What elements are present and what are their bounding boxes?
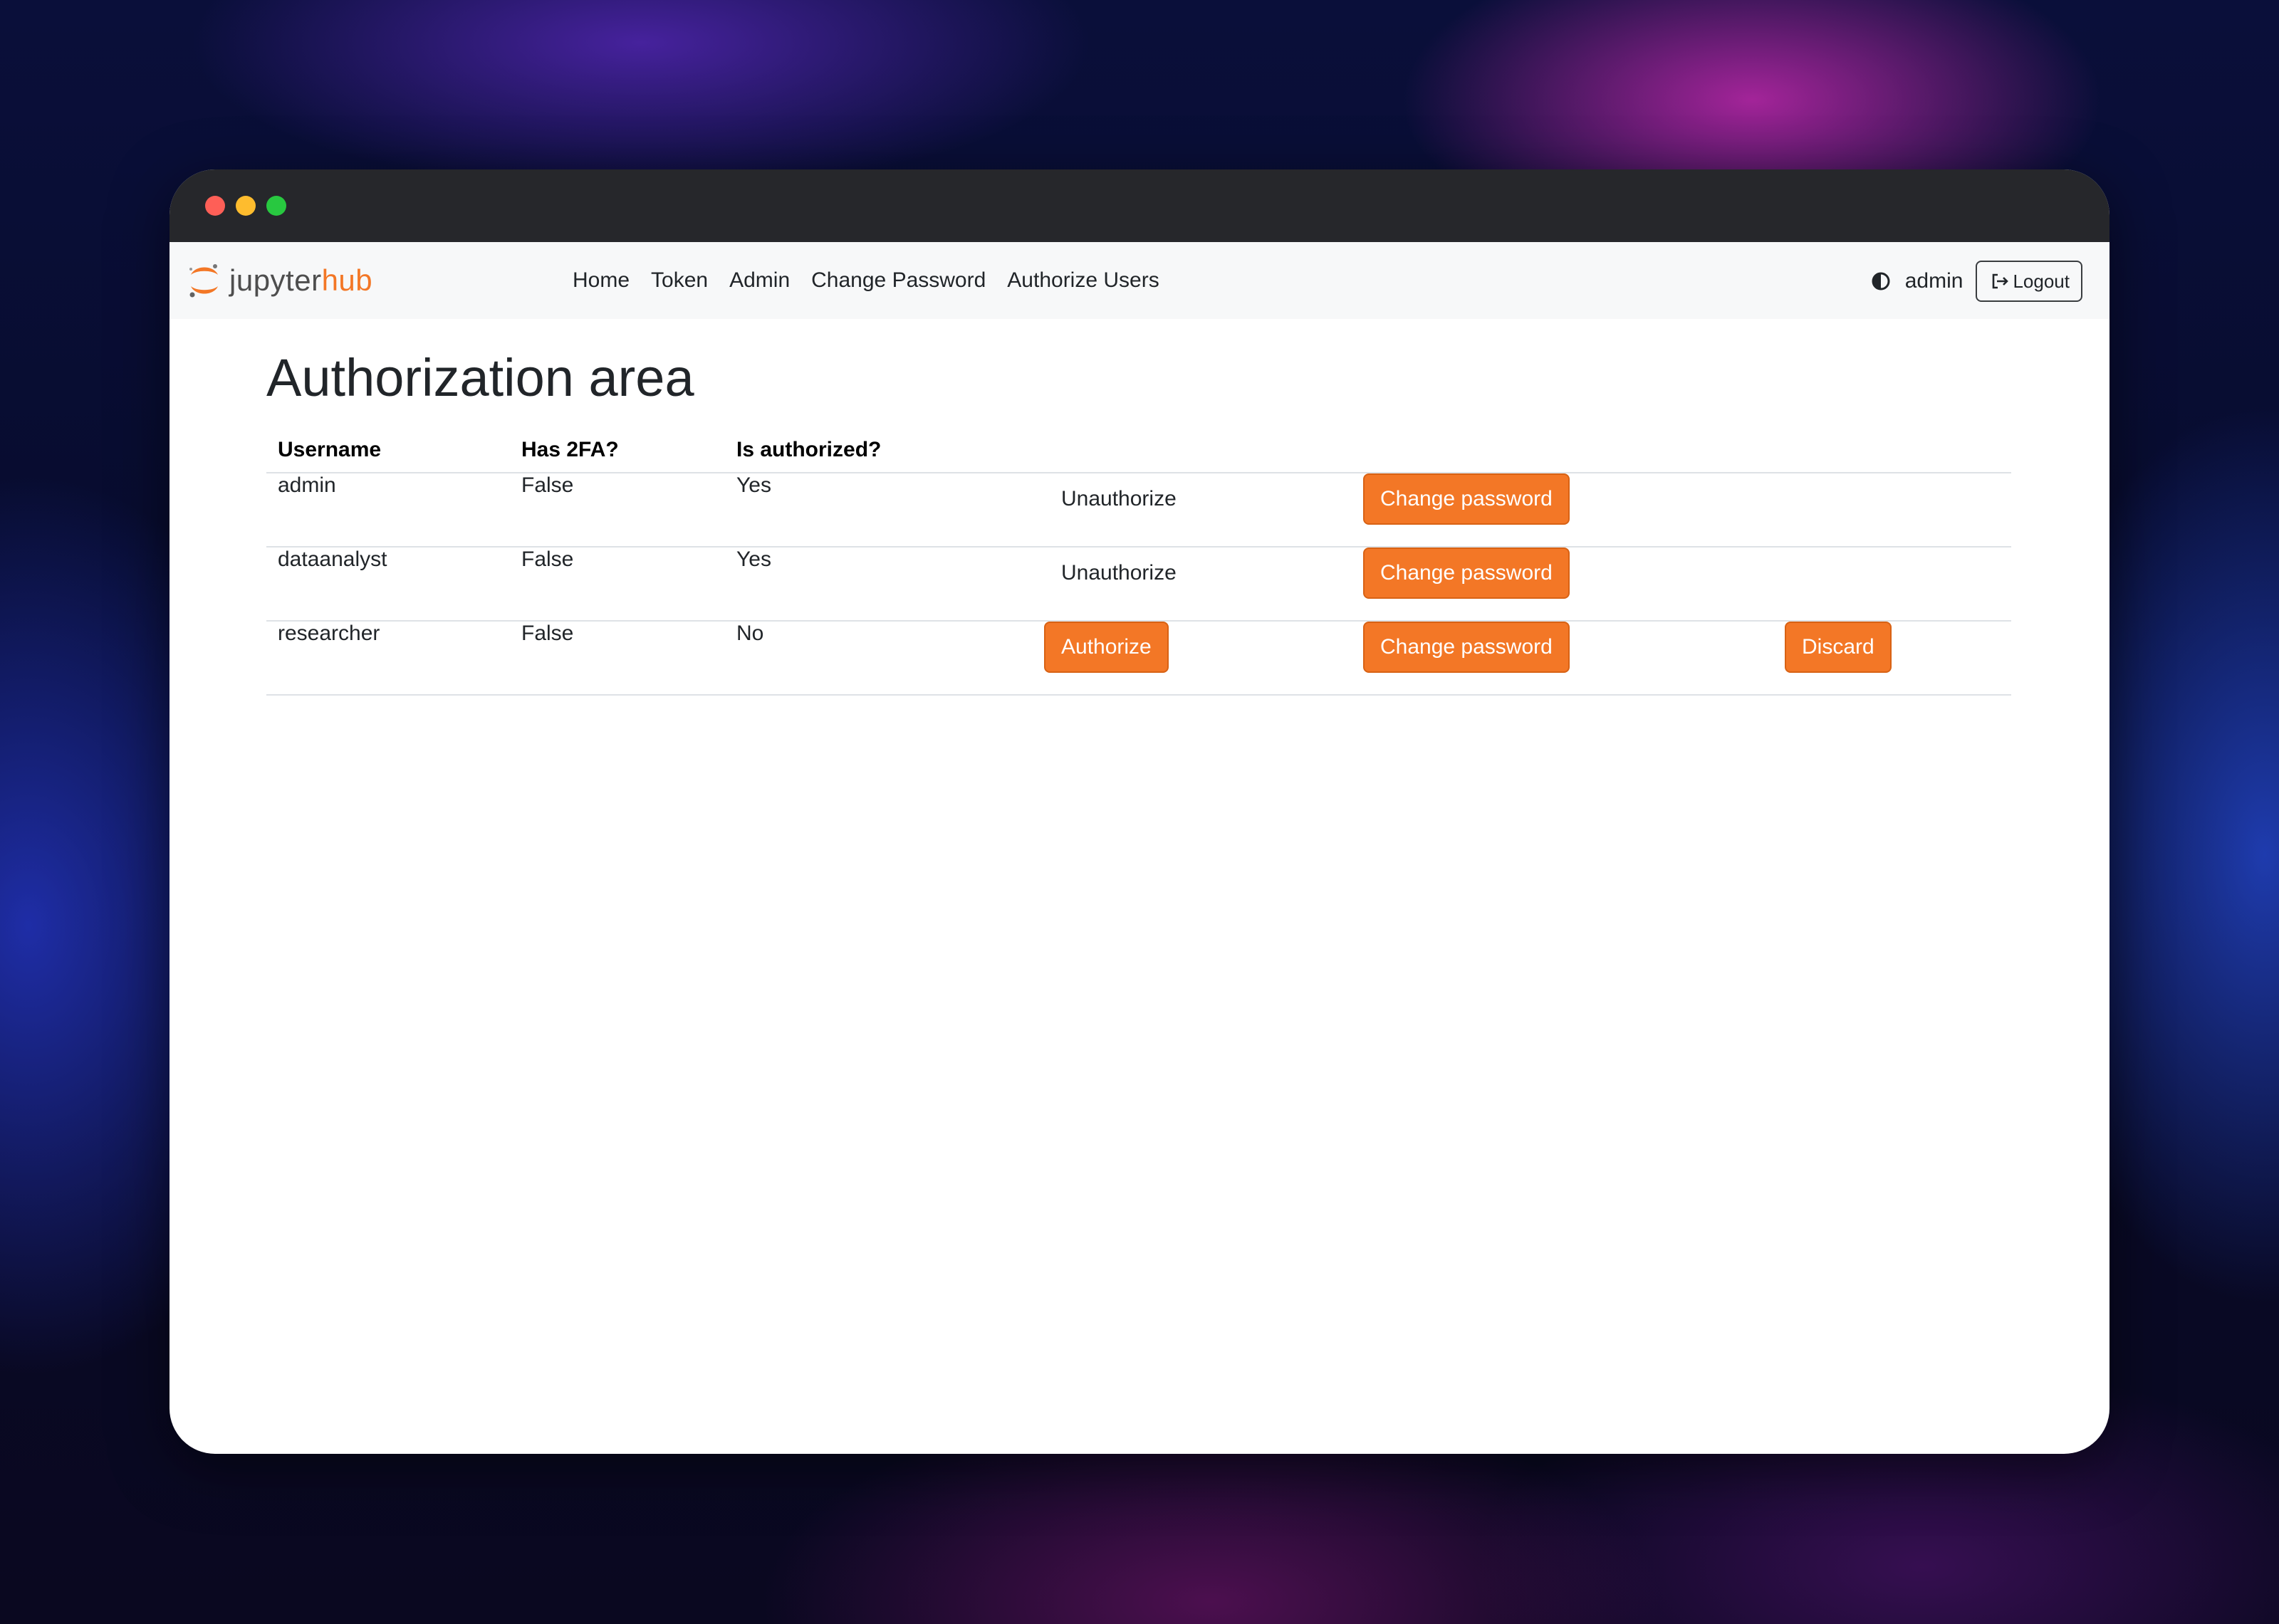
minimize-window-button[interactable] bbox=[236, 196, 256, 216]
unauthorize-button[interactable]: Unauthorize bbox=[1044, 548, 1194, 599]
nav-link-change-password[interactable]: Change Password bbox=[811, 263, 986, 298]
auth-action-cell: Authorize bbox=[1033, 621, 1352, 696]
password-action-cell: Change password bbox=[1352, 473, 1773, 548]
nav-link-admin[interactable]: Admin bbox=[729, 263, 790, 298]
table-row: dataanalyst False Yes Unauthorize Change… bbox=[266, 547, 2011, 622]
auth-action-cell: Unauthorize bbox=[1033, 547, 1352, 622]
unauthorize-button[interactable]: Unauthorize bbox=[1044, 473, 1194, 525]
brand-home-link[interactable]: jupyterhub bbox=[187, 261, 372, 300]
discard-button[interactable]: Discard bbox=[1785, 622, 1892, 673]
close-window-button[interactable] bbox=[205, 196, 225, 216]
has-2fa-cell: False bbox=[510, 547, 725, 622]
authorization-table: Username Has 2FA? Is authorized? admin F… bbox=[266, 427, 2011, 696]
brand-name-hub: hub bbox=[321, 263, 373, 297]
is-authorized-cell: Yes bbox=[725, 547, 1033, 622]
browser-window: jupyterhub Home Token Admin Change Passw… bbox=[170, 169, 2109, 1454]
is-authorized-cell: Yes bbox=[725, 473, 1033, 548]
nav-link-home[interactable]: Home bbox=[573, 263, 630, 298]
contrast-icon[interactable] bbox=[1871, 271, 1891, 291]
column-header-is-authorized: Is authorized? bbox=[725, 427, 1033, 473]
change-password-button[interactable]: Change password bbox=[1363, 548, 1570, 599]
column-header-username: Username bbox=[266, 427, 510, 473]
page-title: Authorization area bbox=[266, 348, 694, 407]
discard-action-cell bbox=[1773, 473, 2011, 548]
password-action-cell: Change password bbox=[1352, 547, 1773, 622]
nav-link-token[interactable]: Token bbox=[651, 263, 708, 298]
has-2fa-cell: False bbox=[510, 473, 725, 548]
maximize-window-button[interactable] bbox=[266, 196, 286, 216]
window-titlebar bbox=[170, 169, 2109, 242]
table-header-row: Username Has 2FA? Is authorized? bbox=[266, 427, 2011, 473]
column-header-empty bbox=[1033, 427, 1352, 473]
logout-button[interactable]: Logout bbox=[1976, 261, 2082, 302]
discard-action-cell bbox=[1773, 547, 2011, 622]
column-header-empty bbox=[1773, 427, 2011, 473]
table-row: admin False Yes Unauthorize Change passw… bbox=[266, 473, 2011, 548]
brand-name: jupyterhub bbox=[229, 261, 372, 300]
logout-label: Logout bbox=[2013, 270, 2070, 292]
navbar: jupyterhub Home Token Admin Change Passw… bbox=[170, 242, 2109, 319]
username-cell: dataanalyst bbox=[266, 547, 510, 622]
change-password-button[interactable]: Change password bbox=[1363, 622, 1570, 673]
has-2fa-cell: False bbox=[510, 621, 725, 696]
discard-action-cell: Discard bbox=[1773, 621, 2011, 696]
column-header-empty bbox=[1352, 427, 1773, 473]
username-cell: researcher bbox=[266, 621, 510, 696]
nav-link-authorize-users[interactable]: Authorize Users bbox=[1007, 263, 1159, 298]
main-content: Authorization area Username Has 2FA? Is … bbox=[266, 346, 2011, 696]
logout-arrow-icon bbox=[1993, 273, 2009, 289]
current-username: admin bbox=[1904, 269, 1964, 293]
brand-name-jupyter: jupyter bbox=[229, 263, 322, 297]
is-authorized-cell: No bbox=[725, 621, 1033, 696]
username-cell: admin bbox=[266, 473, 510, 548]
nav-links: Home Token Admin Change Password Authori… bbox=[573, 263, 1181, 298]
jupyter-logo-icon bbox=[189, 264, 218, 298]
change-password-button[interactable]: Change password bbox=[1363, 473, 1570, 525]
authorize-button[interactable]: Authorize bbox=[1044, 622, 1169, 673]
column-header-has-2fa: Has 2FA? bbox=[510, 427, 725, 473]
auth-action-cell: Unauthorize bbox=[1033, 473, 1352, 548]
password-action-cell: Change password bbox=[1352, 621, 1773, 696]
nav-user-area: admin Logout bbox=[1871, 261, 2082, 302]
table-row: researcher False No Authorize Change pas… bbox=[266, 621, 2011, 696]
